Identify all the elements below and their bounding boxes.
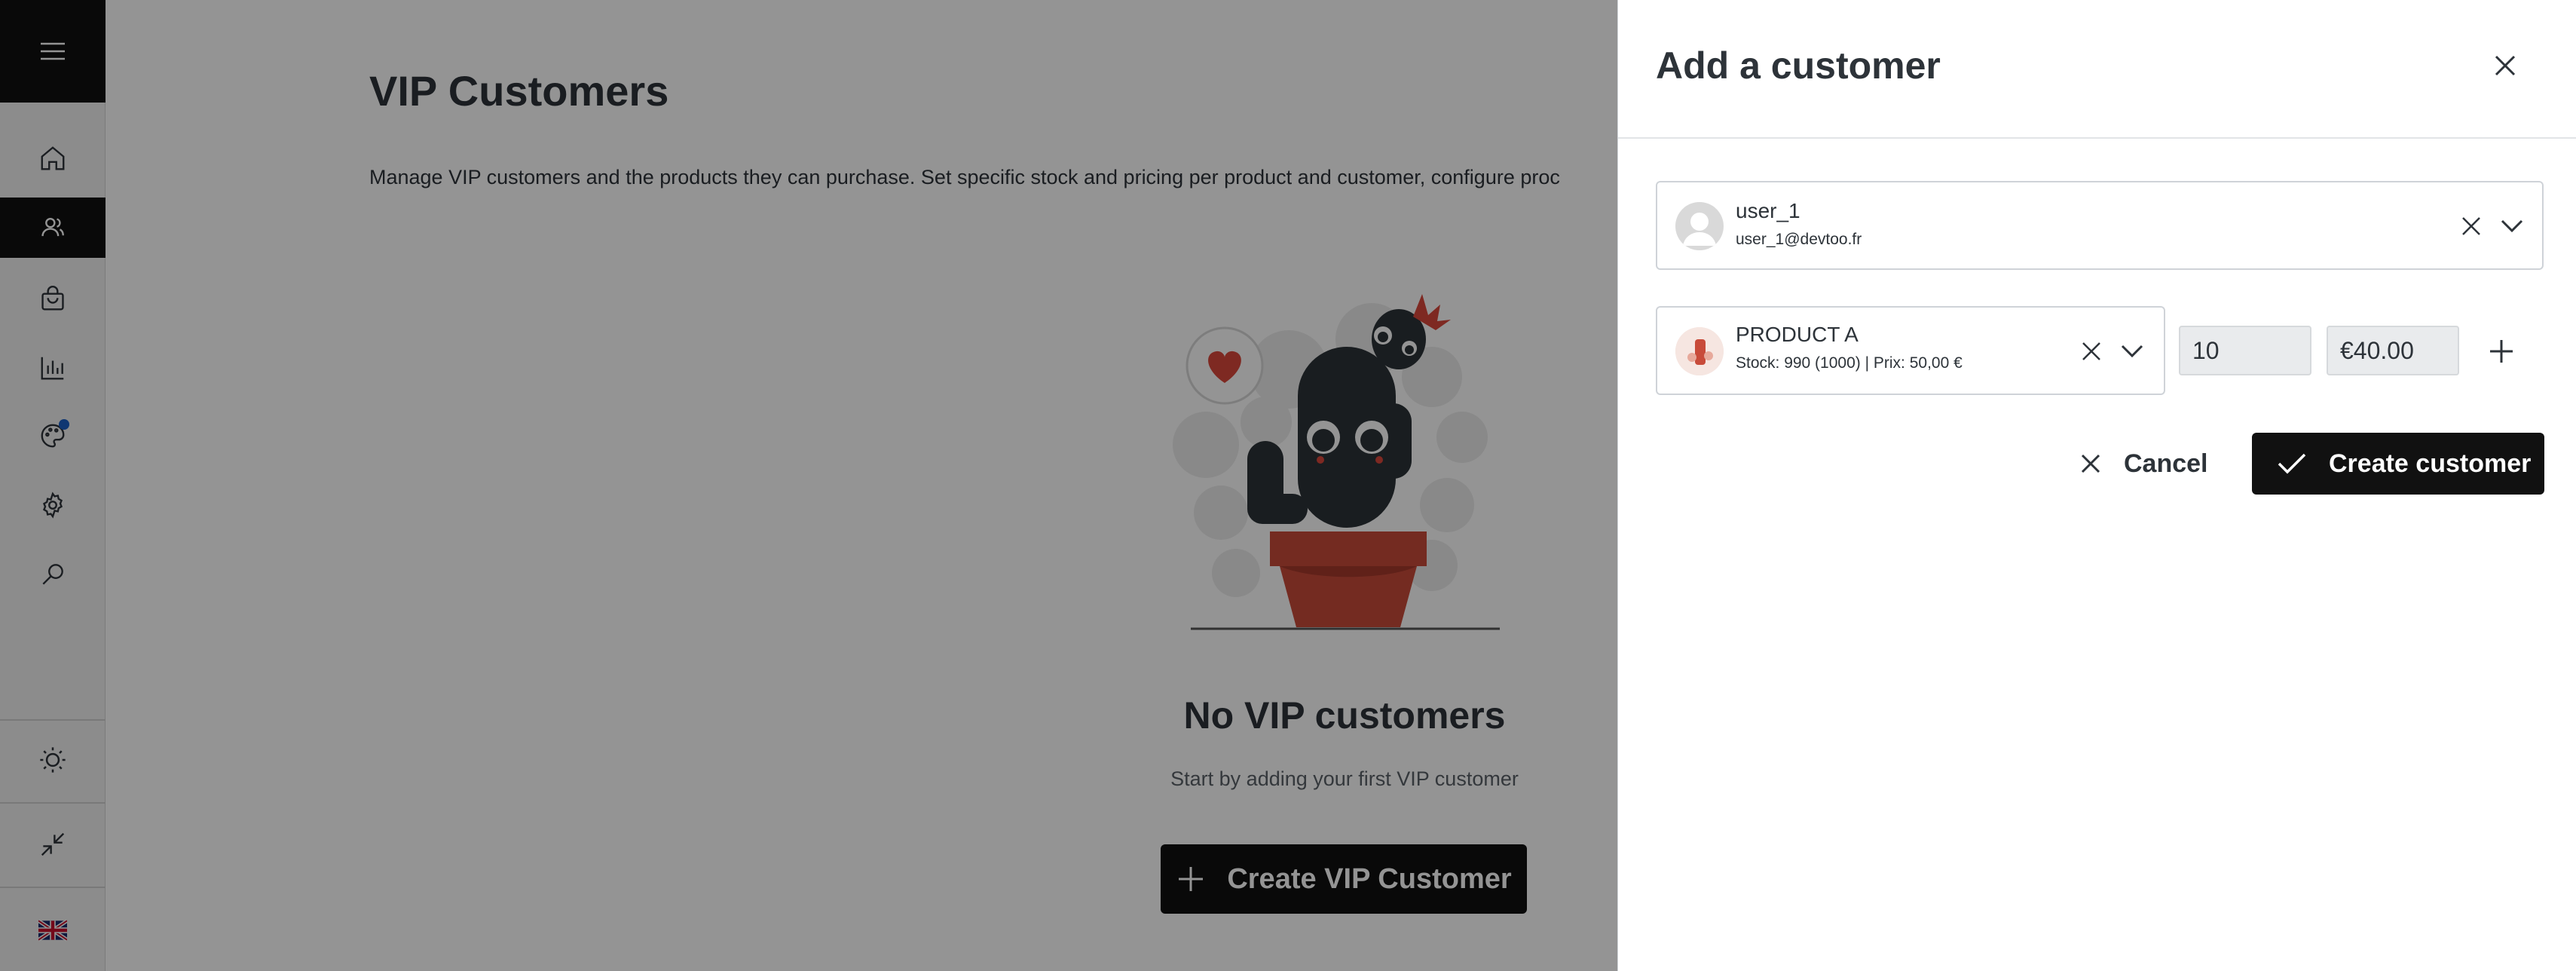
customer-avatar — [1675, 202, 1724, 250]
quantity-input[interactable]: 10 — [2179, 326, 2311, 375]
user-avatar-icon — [1683, 213, 1716, 246]
price-input[interactable]: €40.00 — [2327, 326, 2459, 375]
panel-title: Add a customer — [1656, 44, 1941, 87]
create-customer-button[interactable]: Create customer — [2252, 433, 2544, 495]
clear-customer-button[interactable] — [2456, 211, 2486, 241]
customer-email: user_1@devtoo.fr — [1736, 231, 1862, 248]
cancel-button[interactable]: Cancel — [2080, 433, 2208, 494]
chevron-down-icon — [2121, 345, 2143, 358]
close-icon — [2495, 55, 2516, 76]
product-thumbnail — [1675, 327, 1724, 375]
customer-username: user_1 — [1736, 199, 1800, 222]
product-dropdown-toggle[interactable] — [2117, 336, 2147, 366]
cancel-label: Cancel — [2124, 449, 2208, 478]
panel-separator — [1618, 137, 2576, 139]
add-product-button[interactable] — [2485, 335, 2518, 368]
create-customer-label: Create customer — [2329, 449, 2532, 478]
product-image-icon — [1675, 327, 1724, 375]
customer-dropdown-toggle[interactable] — [2497, 211, 2527, 241]
product-select[interactable]: PRODUCT A Stock: 990 (1000) | Prix: 50,0… — [1656, 306, 2165, 395]
customer-select[interactable]: user_1 user_1@devtoo.fr — [1656, 181, 2544, 270]
close-icon — [2462, 217, 2480, 235]
close-panel-button[interactable] — [2486, 47, 2524, 84]
modal-backdrop[interactable] — [0, 0, 1617, 971]
product-name: PRODUCT A — [1736, 323, 1859, 346]
chevron-down-icon — [2501, 219, 2523, 233]
clear-product-button[interactable] — [2076, 336, 2106, 366]
plus-icon — [2490, 340, 2513, 363]
close-icon — [2081, 454, 2100, 473]
product-stock-price: Stock: 990 (1000) | Prix: 50,00 € — [1736, 354, 1963, 372]
close-icon — [2082, 342, 2100, 360]
check-icon — [2278, 453, 2306, 474]
